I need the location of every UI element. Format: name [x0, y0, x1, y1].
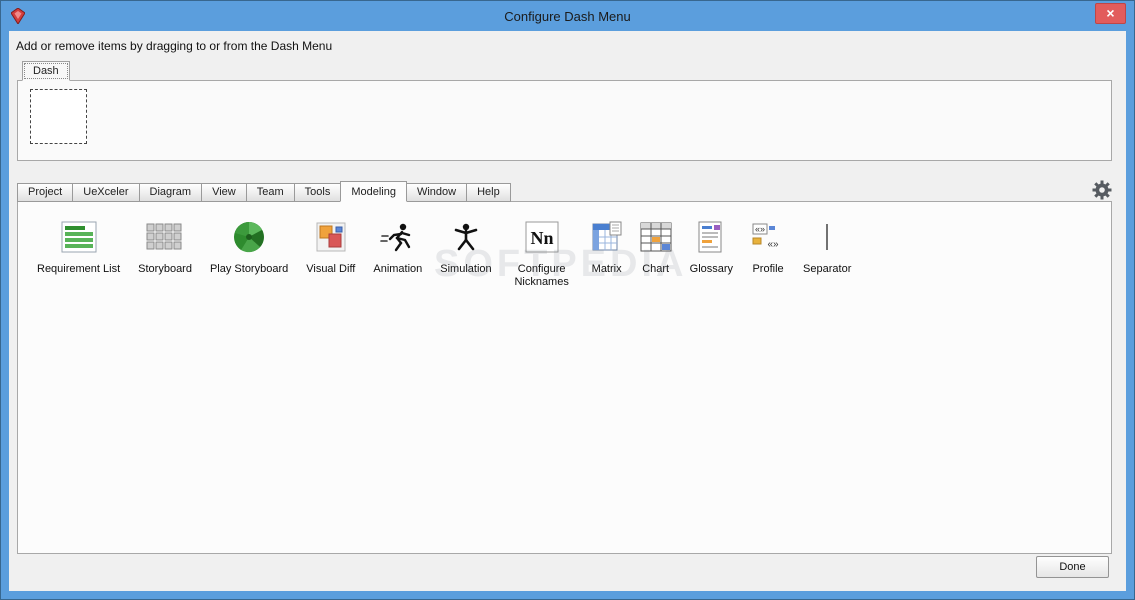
item-glossary[interactable]: Glossary [683, 214, 740, 280]
tab-project[interactable]: Project [17, 183, 74, 202]
item-matrix[interactable]: Matrix [585, 214, 629, 280]
item-requirement-list[interactable]: Requirement List [30, 214, 127, 280]
item-label: Profile [752, 263, 784, 275]
instruction-text: Add or remove items by dragging to or fr… [16, 39, 333, 53]
window-title: Configure Dash Menu [504, 8, 631, 24]
dash-drop-placeholder[interactable] [30, 89, 87, 144]
item-play-storyboard[interactable]: Play Storyboard [203, 214, 295, 280]
item-animation[interactable]: Animation [366, 214, 429, 280]
tab-help[interactable]: Help [466, 183, 511, 202]
tab-tools[interactable]: Tools [293, 183, 342, 202]
item-simulation[interactable]: Simulation [433, 214, 498, 280]
tab-uexceler[interactable]: UeXceler [72, 183, 140, 202]
matrix-icon [592, 218, 622, 256]
svg-text:«»: «» [767, 239, 779, 250]
modeling-items-row: Requirement List Storyboard Play Storyboar… [18, 202, 1111, 305]
menu-tab-bar: Project UeXceler Diagram View Team Tools Model… [17, 181, 511, 202]
item-configure-nicknames[interactable]: Nn Configure Nicknames [503, 214, 581, 293]
item-label: Simulation [440, 263, 492, 275]
dialog-body: Add or remove items by dragging to or fr… [9, 31, 1126, 591]
item-label: Separator [803, 263, 852, 275]
item-label: Visual Diff [306, 263, 356, 275]
item-label: Matrix [591, 263, 622, 275]
item-label: Play Storyboard [209, 263, 289, 275]
item-storyboard[interactable]: Storyboard [131, 214, 199, 280]
modeling-items-panel: Requirement List Storyboard Play Storyboar… [17, 201, 1112, 554]
item-chart[interactable]: Chart [633, 214, 679, 280]
glossary-icon [698, 218, 724, 256]
close-icon: × [1106, 5, 1115, 21]
play-storyboard-icon [233, 218, 265, 256]
settings-gear-icon[interactable] [1092, 180, 1112, 200]
visual-diff-icon [316, 218, 346, 256]
done-button[interactable]: Done [1036, 556, 1109, 578]
svg-text:«»: «» [755, 224, 765, 234]
tab-view[interactable]: View [201, 183, 247, 202]
item-visual-diff[interactable]: Visual Diff [299, 214, 362, 280]
tab-modeling[interactable]: Modeling [340, 181, 407, 202]
requirement-list-icon [61, 218, 97, 256]
chart-icon [640, 218, 672, 256]
animation-icon [380, 218, 416, 256]
simulation-icon [451, 218, 481, 256]
item-label: Storyboard [138, 263, 192, 275]
profile-icon: «» «» [751, 218, 785, 256]
item-label: Requirement List [37, 263, 121, 275]
configure-dash-menu-dialog: Configure Dash Menu × Add or remove item… [0, 0, 1135, 600]
svg-text:Nn: Nn [530, 228, 553, 248]
item-label: Chart [642, 263, 670, 275]
tab-diagram[interactable]: Diagram [138, 183, 203, 202]
tab-dash[interactable]: Dash [22, 61, 70, 81]
storyboard-icon [145, 218, 185, 256]
item-label: Glossary [689, 263, 734, 275]
item-label: Animation [373, 263, 423, 275]
close-button[interactable]: × [1095, 3, 1126, 24]
item-separator[interactable]: Separator [796, 214, 858, 280]
item-profile[interactable]: «» «» Profile [744, 214, 792, 280]
tab-team[interactable]: Team [245, 183, 295, 202]
item-label: Configure Nicknames [514, 263, 569, 288]
title-bar[interactable]: Configure Dash Menu × [1, 1, 1134, 31]
separator-icon [822, 218, 832, 256]
dash-menu-panel[interactable] [17, 80, 1112, 161]
configure-nicknames-icon: Nn [525, 218, 559, 256]
tab-window[interactable]: Window [405, 183, 468, 202]
